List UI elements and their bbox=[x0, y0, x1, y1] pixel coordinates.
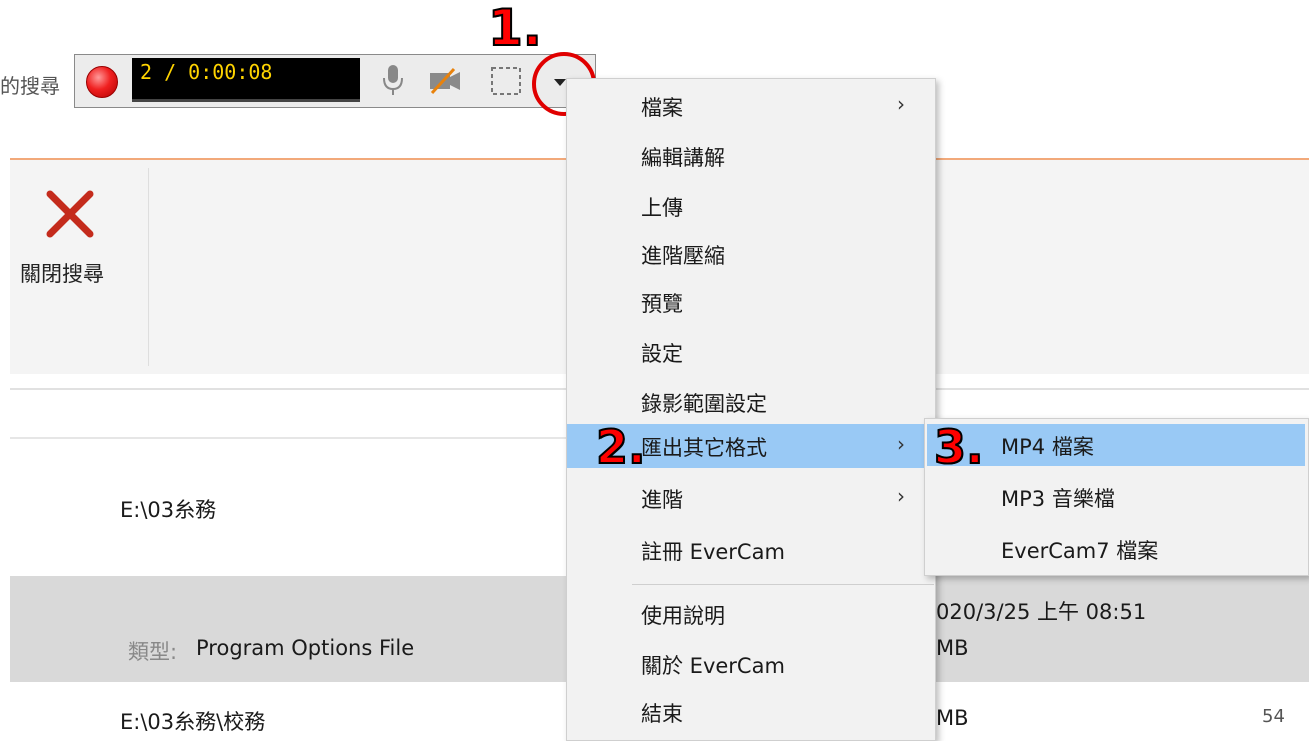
page-number: 54 bbox=[1262, 706, 1285, 727]
submenu-item-label: EverCam7 檔案 bbox=[1001, 539, 1159, 563]
menu-item-label: 進階 bbox=[641, 488, 683, 512]
submenu-item-mp4[interactable]: MP4 檔案 bbox=[927, 424, 1305, 466]
menu-item-help[interactable]: 使用說明 bbox=[567, 592, 935, 636]
result-type-value: Program Options File bbox=[196, 636, 415, 660]
result-size: MB bbox=[936, 636, 969, 660]
chevron-right-icon: › bbox=[897, 432, 905, 456]
annotation-step-1: 1. bbox=[487, 0, 543, 57]
menu-item-label: 檔案 bbox=[641, 96, 683, 120]
ribbon-separator bbox=[148, 168, 149, 366]
menu-item-register[interactable]: 註冊 EverCam bbox=[567, 528, 935, 572]
result-size: MB bbox=[936, 706, 969, 730]
annotation-step-3: 3. bbox=[933, 419, 985, 475]
record-icon[interactable] bbox=[86, 66, 118, 98]
menu-item-exit[interactable]: 結束 bbox=[567, 690, 935, 734]
menu-item-recording-range[interactable]: 錄影範圍設定 bbox=[567, 380, 935, 424]
menu-item-upload[interactable]: 上傳 bbox=[567, 184, 935, 228]
submenu-item-mp3[interactable]: MP3 音樂檔 bbox=[927, 476, 1305, 518]
timer-text: 2 / 0:00:08 bbox=[140, 60, 273, 84]
menu-item-label: 使用說明 bbox=[641, 604, 725, 628]
submenu-item-label: MP4 檔案 bbox=[1001, 435, 1094, 459]
search-label-fragment: 的搜尋 bbox=[0, 74, 60, 98]
chevron-right-icon: › bbox=[897, 92, 905, 116]
result-type-label: 類型: bbox=[128, 640, 178, 664]
submenu-item-evercam7[interactable]: EverCam7 檔案 bbox=[927, 528, 1305, 570]
close-search-button-label[interactable]: 關閉搜尋 bbox=[20, 258, 104, 288]
mic-icon[interactable] bbox=[380, 63, 406, 97]
result-path: E:\03糸務 bbox=[120, 498, 217, 522]
menu-item-file[interactable]: 檔案 › bbox=[567, 84, 935, 128]
chevron-right-icon: › bbox=[897, 484, 905, 508]
menu-item-settings[interactable]: 設定 bbox=[567, 330, 935, 374]
result-path: E:\03糸務\校務 bbox=[120, 710, 266, 734]
menu-item-label: 關於 EverCam bbox=[641, 654, 785, 678]
camera-off-icon[interactable] bbox=[428, 67, 462, 95]
menu-item-label: 預覽 bbox=[641, 292, 683, 316]
menu-item-advanced-compress[interactable]: 進階壓縮 bbox=[567, 232, 935, 276]
menu-item-advanced[interactable]: 進階 › bbox=[567, 476, 935, 520]
menu-item-label: 進階壓縮 bbox=[641, 244, 725, 268]
menu-item-preview[interactable]: 預覽 bbox=[567, 280, 935, 324]
close-search-icon[interactable] bbox=[44, 188, 96, 240]
region-select-icon[interactable] bbox=[490, 66, 522, 96]
annotation-step-2: 2. bbox=[595, 419, 647, 475]
menu-item-label: 註冊 EverCam bbox=[641, 540, 785, 564]
menu-separator bbox=[632, 584, 934, 585]
menu-item-label: 設定 bbox=[641, 342, 683, 366]
menu-item-label: 上傳 bbox=[641, 196, 683, 220]
menu-item-label: 結束 bbox=[641, 702, 683, 726]
menu-item-label: 匯出其它格式 bbox=[641, 436, 767, 460]
menu-item-about[interactable]: 關於 EverCam bbox=[567, 642, 935, 686]
menu-item-label: 錄影範圍設定 bbox=[641, 392, 767, 416]
result-date: 020/3/25 上午 08:51 bbox=[936, 600, 1147, 624]
menu-item-edit-narration[interactable]: 編輯講解 bbox=[567, 134, 935, 178]
menu-item-label: 編輯講解 bbox=[641, 146, 725, 170]
submenu-item-label: MP3 音樂檔 bbox=[1001, 487, 1115, 511]
